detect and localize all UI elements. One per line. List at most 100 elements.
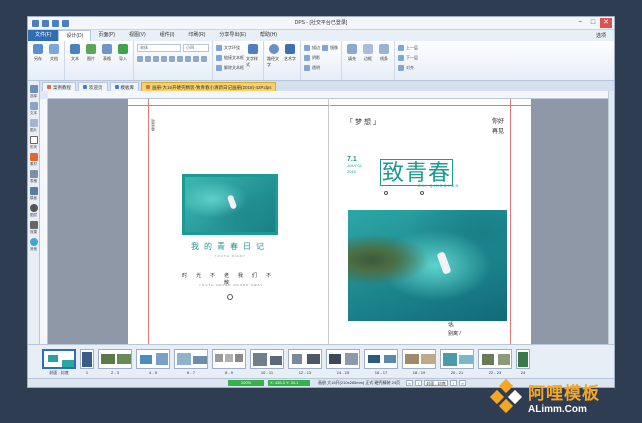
document-button[interactable]: 文档 — [47, 44, 61, 62]
watermark-logo — [488, 378, 524, 415]
margin-guide — [330, 105, 531, 106]
image-button[interactable]: 图片 — [84, 44, 98, 62]
align-button[interactable]: 对齐 — [398, 64, 418, 72]
menu-page[interactable]: 页面(P) — [91, 30, 122, 41]
unlink-textbox-button[interactable]: 解除文本框 — [216, 64, 244, 72]
prev-page-icon[interactable]: ‹ — [415, 380, 423, 386]
menu-print[interactable]: 印刷(R) — [181, 30, 212, 41]
image-tool-icon — [29, 119, 38, 127]
thumbnail-page[interactable]: 4 - 5 — [136, 349, 170, 376]
thumbnail-page[interactable]: 14 - 15 — [326, 349, 360, 376]
last-page-icon[interactable]: » — [459, 380, 467, 386]
left-page[interactable]: 致青春 我的青春日记 YOUTH DIARY 时光不老我们不散 YOUTH NE… — [128, 99, 329, 344]
tool-select[interactable]: 选择 — [29, 85, 38, 99]
maximize-icon[interactable]: □ — [587, 18, 599, 28]
options-button[interactable]: 选项 — [596, 32, 614, 39]
cursor-coordinates: X: 435.3 Y: 34.1 — [268, 380, 310, 386]
menu-file[interactable]: 文件(F) — [28, 30, 59, 41]
send-backward-button[interactable]: 下一层 — [398, 54, 418, 62]
watermark-en: ALimm.Com — [528, 404, 587, 415]
menu-component[interactable]: 组件(I) — [153, 30, 182, 41]
tool-other[interactable]: 其他 — [29, 238, 38, 252]
justify-icon[interactable] — [193, 56, 199, 62]
path-text-button[interactable]: 路径文字 — [267, 44, 281, 68]
thumbnail-label: 4 - 5 — [148, 370, 157, 375]
thumbnail-page[interactable]: 6 - 7 — [174, 349, 208, 376]
tool-template[interactable]: 模板 — [29, 187, 38, 201]
align-center-icon[interactable] — [177, 56, 183, 62]
bring-forward-button[interactable]: 上一层 — [398, 44, 418, 52]
tool-material[interactable]: 素材 — [29, 153, 38, 167]
menu-help[interactable]: 帮助(H) — [253, 30, 284, 41]
thumbnail-page[interactable]: 20 - 21 — [440, 349, 474, 376]
tool-shape[interactable]: 形状 — [29, 136, 38, 150]
thumbnail-image — [212, 349, 246, 369]
ribbon-group-font: 宋体 小四 — [134, 41, 213, 80]
big-title-text: 致青春 — [380, 159, 454, 186]
tab-welcome[interactable]: 欢迎页 — [78, 82, 108, 91]
menu-design[interactable]: 设计(D) — [58, 29, 92, 42]
ribbon-group-textframe: 文字环绕 链接文本框 解除文本框 文字样式 — [213, 41, 264, 80]
save-as-label: 另存 — [34, 56, 42, 61]
minimize-icon[interactable]: − — [574, 18, 586, 28]
horizontal-ruler[interactable] — [48, 91, 608, 99]
strike-icon[interactable] — [161, 56, 167, 62]
thumbnail-page[interactable]: 10 - 11 — [250, 349, 284, 376]
menu-view[interactable]: 视图(V) — [122, 30, 153, 41]
align-right-icon[interactable] — [185, 56, 191, 62]
art-text-button[interactable]: 艺术字 — [283, 44, 297, 62]
sea-photo-large[interactable] — [348, 210, 507, 321]
footer-text-2: 别离 / — [448, 331, 461, 337]
footer-text-1: 话, — [448, 322, 455, 328]
text-style-button[interactable]: 文字样式 — [246, 44, 260, 68]
mirror-button[interactable]: 镜像 — [322, 44, 338, 52]
tool-image[interactable]: 图片 — [29, 119, 38, 133]
tab-current-document[interactable]: 画册-大16开硬壳精装-致青春小清新日记画册(2018)-42P.dps — [141, 82, 277, 91]
transparency-button[interactable]: 透明 — [304, 64, 320, 72]
menu-share-export[interactable]: 分享导出(E) — [212, 30, 253, 41]
current-page-select[interactable]: 封面 - 封底 — [424, 380, 449, 386]
thumbnail-page[interactable]: 2 - 3 — [98, 349, 132, 376]
unlink-icon — [216, 65, 222, 71]
import-button[interactable]: 导入 — [116, 44, 130, 62]
font-size-select[interactable]: 小四 — [183, 44, 209, 52]
tab-tutorial[interactable]: 案例教程 — [42, 82, 76, 91]
tool-effect[interactable]: 效果 — [29, 221, 38, 235]
text-button[interactable]: 文本 — [68, 44, 82, 62]
border-button[interactable]: 边框 — [361, 44, 375, 62]
table-button[interactable]: 表格 — [100, 44, 114, 62]
tool-layer[interactable]: 图层 — [29, 204, 38, 218]
save-as-button[interactable]: 另存 — [31, 44, 45, 62]
align-left-icon[interactable] — [169, 56, 175, 62]
thumbnail-page[interactable]: 12 - 13 — [288, 349, 322, 376]
next-page-icon[interactable]: › — [450, 380, 458, 386]
font-color-icon[interactable] — [201, 56, 207, 62]
stroke-button[interactable]: 描边 — [304, 44, 320, 52]
diary-subtitle: YOUTH DIARY — [214, 254, 246, 258]
vertical-scrollbar[interactable] — [608, 91, 614, 344]
line-button[interactable]: 线条 — [377, 44, 391, 62]
shadow-button[interactable]: 阴影 — [304, 54, 320, 62]
underline-icon[interactable] — [153, 56, 159, 62]
tab-template-library[interactable]: 模板库 — [109, 82, 139, 91]
close-icon[interactable]: ✕ — [600, 18, 612, 28]
design-canvas[interactable]: 致青春 我的青春日记 YOUTH DIARY 时光不老我们不散 YOUTH NE… — [48, 99, 608, 344]
bold-icon[interactable] — [137, 56, 143, 62]
italic-icon[interactable] — [145, 56, 151, 62]
font-name-select[interactable]: 宋体 — [137, 44, 181, 52]
vertical-ruler[interactable] — [40, 99, 48, 344]
shadow-label: 阴影 — [312, 55, 320, 60]
thumbnail-page[interactable]: 16 - 17 — [364, 349, 398, 376]
thumbnail-page[interactable]: 18 - 19 — [402, 349, 436, 376]
first-page-icon[interactable]: « — [406, 380, 414, 386]
text-wrap-button[interactable]: 文字环绕 — [216, 44, 244, 52]
tool-text[interactable]: 文本 — [29, 102, 38, 116]
thumbnail-page[interactable]: 8 - 9 — [212, 349, 246, 376]
fill-button[interactable]: 填充 — [345, 44, 359, 62]
tool-table[interactable]: 表格 — [29, 170, 38, 184]
sea-photo-small[interactable] — [182, 174, 278, 235]
thumbnail-cover[interactable]: 封面 - 封底 — [42, 349, 76, 376]
thumbnail-page[interactable]: 1 — [80, 349, 94, 376]
page-spread[interactable]: 致青春 我的青春日记 YOUTH DIARY 时光不老我们不散 YOUTH NE… — [128, 99, 531, 344]
link-textbox-button[interactable]: 链接文本框 — [216, 54, 244, 62]
